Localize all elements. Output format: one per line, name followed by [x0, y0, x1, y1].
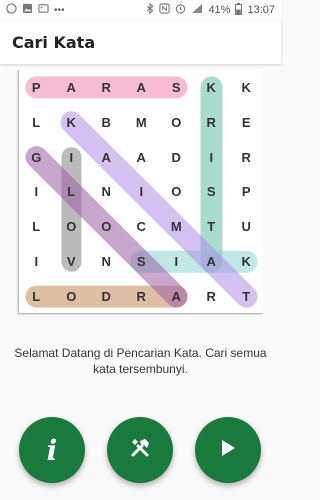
letter-cell[interactable]: S — [124, 244, 159, 279]
status-bar-right: 41% 13:07 — [146, 2, 275, 18]
letter-cell[interactable]: I — [159, 244, 194, 279]
signal-icon — [191, 3, 203, 17]
letter-cell[interactable]: O — [159, 175, 194, 210]
tools-icon — [128, 436, 152, 465]
letter-cell[interactable]: L — [54, 175, 89, 210]
letter-cell[interactable]: M — [159, 209, 194, 244]
letter-cell[interactable]: D — [159, 140, 194, 175]
status-bar: ••• 41% 13:07 — [0, 0, 281, 20]
letter-cell[interactable]: A — [124, 140, 159, 175]
letter-cell[interactable]: O — [159, 105, 194, 140]
letter-cell[interactable]: G — [19, 140, 54, 175]
letter-grid[interactable]: PARASKKLKBMOREGIAADIRILNIOSPLOOCMTUIVNSI… — [19, 70, 264, 314]
nfc-icon — [159, 3, 171, 17]
letter-cell[interactable]: U — [229, 209, 264, 244]
letter-cell[interactable]: K — [194, 70, 229, 105]
letter-cell[interactable]: B — [89, 105, 124, 140]
more-dots-icon: ••• — [54, 4, 65, 16]
letter-cell[interactable]: E — [229, 105, 264, 140]
clock: 13:07 — [247, 4, 275, 16]
letter-cell[interactable]: K — [229, 244, 264, 279]
letter-cell[interactable]: R — [229, 140, 264, 175]
gallery-icon — [38, 3, 49, 17]
letter-cell[interactable]: O — [54, 209, 89, 244]
letter-cell[interactable]: N — [89, 175, 124, 210]
letter-cell[interactable]: L — [19, 105, 54, 140]
image-icon — [22, 3, 33, 17]
alarm-icon — [175, 3, 186, 17]
word-search-board[interactable]: PARASKKLKBMOREGIAADIRILNIOSPLOOCMTUIVNSI… — [18, 70, 263, 314]
letter-cell[interactable]: S — [194, 175, 229, 210]
app-title: Cari Kata — [12, 32, 96, 52]
letter-cell[interactable]: I — [124, 175, 159, 210]
info-icon: i — [46, 433, 58, 467]
letter-cell[interactable]: I — [194, 140, 229, 175]
letter-cell[interactable]: N — [89, 244, 124, 279]
letter-cell[interactable]: A — [194, 244, 229, 279]
battery-icon — [235, 2, 243, 18]
letter-cell[interactable]: A — [159, 279, 194, 314]
letter-cell[interactable]: M — [124, 105, 159, 140]
play-button[interactable] — [195, 417, 261, 483]
letter-cell[interactable]: I — [19, 244, 54, 279]
play-icon — [220, 439, 236, 462]
letter-cell[interactable]: R — [194, 105, 229, 140]
letter-cell[interactable]: D — [89, 279, 124, 314]
letter-cell[interactable]: O — [54, 279, 89, 314]
bluetooth-icon — [146, 2, 155, 17]
welcome-message: Selamat Datang di Pencarian Kata. Cari s… — [14, 346, 267, 376]
letter-cell[interactable]: L — [19, 279, 54, 314]
letter-cell[interactable]: K — [229, 70, 264, 105]
letter-cell[interactable]: R — [194, 279, 229, 314]
info-button[interactable]: i — [19, 417, 85, 483]
letter-cell[interactable]: A — [54, 70, 89, 105]
letter-cell[interactable]: S — [159, 70, 194, 105]
letter-cell[interactable]: I — [54, 140, 89, 175]
whatsapp-icon — [6, 3, 17, 17]
letter-cell[interactable]: T — [194, 209, 229, 244]
letter-cell[interactable]: K — [54, 105, 89, 140]
letter-cell[interactable]: A — [124, 70, 159, 105]
letter-cell[interactable]: R — [89, 70, 124, 105]
letter-cell[interactable]: C — [124, 209, 159, 244]
letter-cell[interactable]: O — [89, 209, 124, 244]
letter-cell[interactable]: V — [54, 244, 89, 279]
status-bar-left: ••• — [6, 3, 65, 17]
settings-button[interactable] — [107, 417, 173, 483]
letter-cell[interactable]: T — [229, 279, 264, 314]
battery-percent: 41% — [208, 4, 231, 16]
app-bar: Cari Kata — [0, 20, 281, 64]
letter-cell[interactable]: R — [124, 279, 159, 314]
letter-cell[interactable]: P — [19, 70, 54, 105]
letter-cell[interactable]: P — [229, 175, 264, 210]
letter-cell[interactable]: I — [19, 175, 54, 210]
letter-cell[interactable]: L — [19, 209, 54, 244]
letter-cell[interactable]: A — [89, 140, 124, 175]
